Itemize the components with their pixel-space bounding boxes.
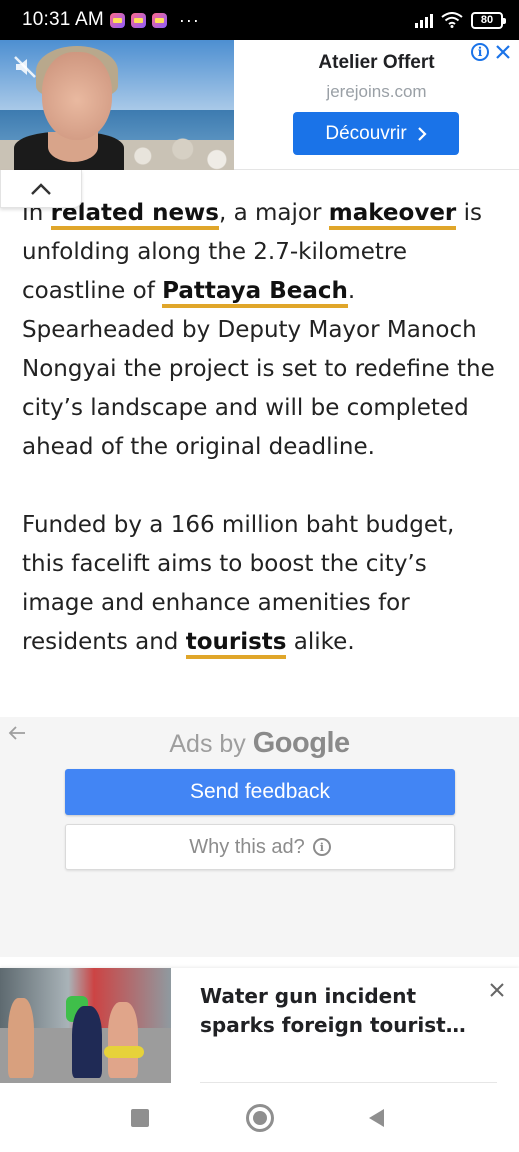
app-notification-icon <box>130 12 146 28</box>
recommended-article-thumbnail[interactable] <box>0 968 171 1083</box>
ad-copy[interactable]: Atelier Offert jerejoins.com Découvrir i <box>234 40 519 170</box>
keyword-link-makeover[interactable]: makeover <box>328 200 457 230</box>
wifi-icon <box>441 12 463 28</box>
adchoices-icon[interactable]: i <box>471 43 489 61</box>
close-icon[interactable] <box>489 982 505 998</box>
article-body: In related news, a major makeover is unf… <box>22 194 502 662</box>
signal-icon <box>415 12 433 28</box>
send-feedback-button[interactable]: Send feedback <box>65 769 455 815</box>
top-ad-banner[interactable]: Atelier Offert jerejoins.com Découvrir i <box>0 40 519 170</box>
google-logo: Google <box>252 727 350 759</box>
mute-icon[interactable] <box>12 54 38 80</box>
paragraph-text: alike. <box>286 629 355 655</box>
home-icon[interactable] <box>246 1104 274 1132</box>
chevron-right-icon <box>417 126 427 141</box>
recommended-article-title[interactable]: Water gun incident sparks foreign touris… <box>200 982 475 1040</box>
ads-by-google-label: Ads by Google <box>0 727 519 760</box>
keyword-link-pattaya-beach[interactable]: Pattaya Beach <box>162 278 348 308</box>
why-this-ad-label: Why this ad? <box>189 835 305 858</box>
system-navigation-bar <box>0 1083 519 1152</box>
status-right-group: 80 <box>415 11 506 29</box>
battery-icon: 80 <box>471 11 506 29</box>
back-icon[interactable] <box>367 1108 385 1128</box>
status-bar: 10:31 AM ··· 80 <box>0 0 519 40</box>
ads-by-text: Ads by <box>169 730 246 758</box>
chevron-up-icon <box>31 182 51 195</box>
recent-apps-icon[interactable] <box>131 1109 149 1127</box>
app-notification-icon <box>151 12 167 28</box>
why-this-ad-button[interactable]: Why this ad? i <box>65 824 455 870</box>
article-paragraph: In related news, a major makeover is unf… <box>22 194 502 467</box>
paragraph-text: , a major <box>219 200 329 226</box>
ad-domain[interactable]: jerejoins.com <box>234 82 519 102</box>
ad-cta-button[interactable]: Découvrir <box>293 112 459 155</box>
ad-cta-label: Découvrir <box>325 122 407 144</box>
keyword-link-tourists[interactable]: tourists <box>185 629 287 659</box>
article-paragraph: Funded by a 166 million baht budget, thi… <box>22 506 502 662</box>
collapse-ad-tab[interactable] <box>0 170 82 208</box>
close-icon[interactable] <box>493 42 513 62</box>
app-notification-icon <box>109 12 125 28</box>
info-icon: i <box>312 838 331 856</box>
ad-feedback-panel: Ads by Google Send feedback Why this ad?… <box>0 717 519 957</box>
status-more-indicator: ··· <box>178 9 200 30</box>
status-time: 10:31 AM <box>22 9 104 30</box>
recommended-article-card[interactable]: Water gun incident sparks foreign touris… <box>0 968 519 1083</box>
ad-video[interactable] <box>0 40 234 170</box>
